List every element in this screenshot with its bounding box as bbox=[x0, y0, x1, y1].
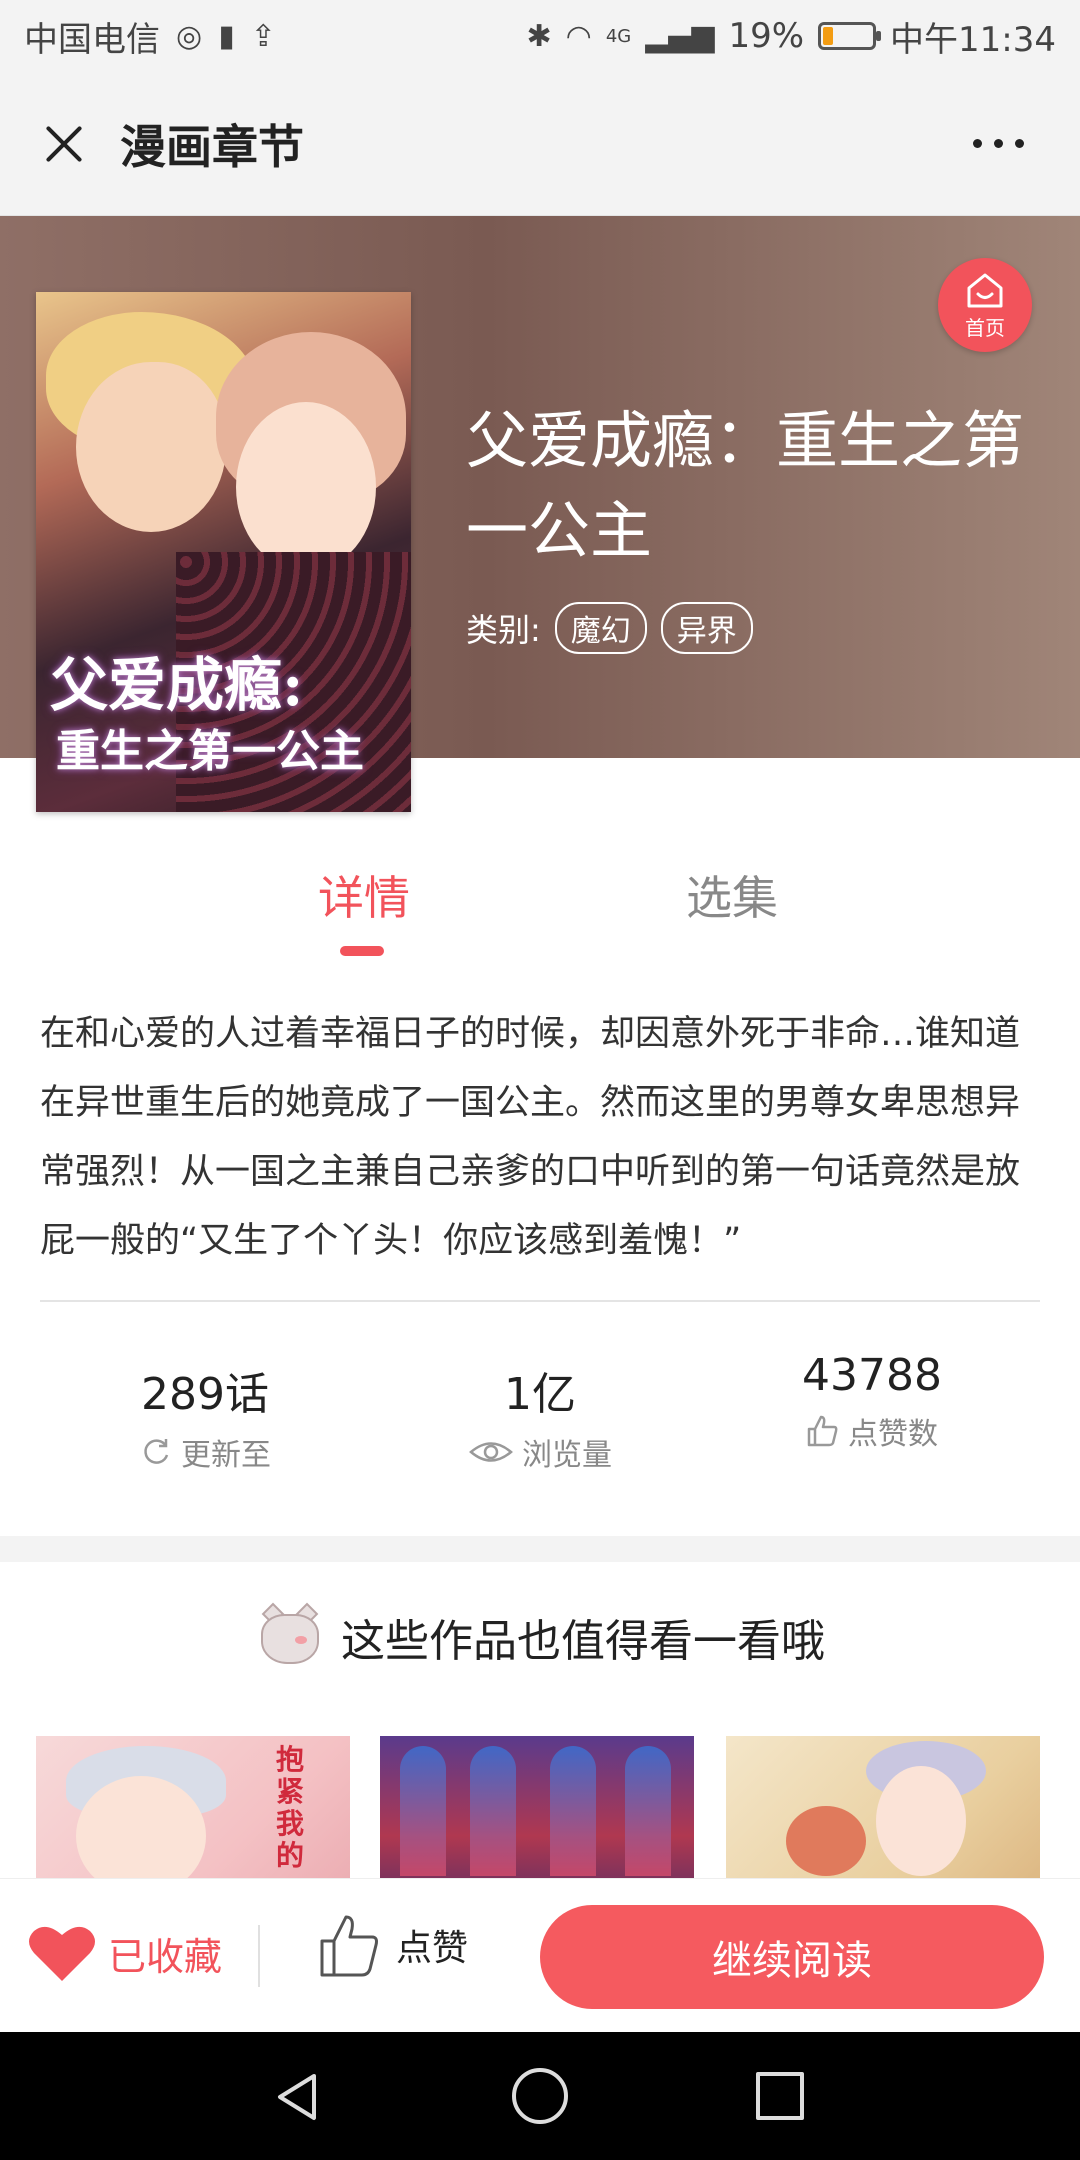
thumbs-up-icon bbox=[807, 1415, 838, 1447]
tab-details[interactable]: 详情 bbox=[318, 862, 410, 928]
back-icon[interactable] bbox=[274, 2072, 324, 2122]
network-type: 4G bbox=[605, 25, 632, 47]
status-bar: 中国电信 ◎ ▮ ⇪ ✱ ◠ 4G ▂▄▆ 19% 中午11:34 bbox=[0, 0, 1080, 72]
eye-icon bbox=[469, 1442, 513, 1462]
bluetooth-icon: ✱ bbox=[526, 18, 552, 54]
battery-icon bbox=[818, 22, 882, 50]
thumbs-up-icon bbox=[320, 1915, 378, 1977]
stat-chapters: 289话 更新至 bbox=[55, 1350, 355, 1474]
home-label: 首页 bbox=[965, 315, 1005, 340]
battery-alert-icon: ▮ bbox=[218, 18, 235, 54]
title-bar: 漫画章节 bbox=[0, 72, 1080, 216]
comic-title: 父爱成瘾：重生之第一公主 bbox=[466, 404, 1025, 567]
tab-episodes[interactable]: 选集 bbox=[686, 862, 778, 928]
recommend-card[interactable] bbox=[726, 1736, 1040, 1878]
stat-likes-label: 点赞数 bbox=[848, 1417, 938, 1452]
recents-icon[interactable] bbox=[756, 2072, 804, 2120]
stat-views-value: 1亿 bbox=[504, 1369, 576, 1420]
stat-views-label: 浏览量 bbox=[522, 1438, 612, 1473]
section-separator bbox=[0, 1536, 1080, 1562]
detail-tabs: 详情 选集 bbox=[0, 842, 1080, 962]
recommend-card[interactable] bbox=[380, 1736, 694, 1878]
signal-icon: ▂▄▆ bbox=[645, 18, 715, 54]
home-button[interactable]: 首页 bbox=[938, 258, 1032, 352]
tab-indicator bbox=[340, 946, 384, 956]
divider bbox=[40, 1300, 1040, 1302]
upload-icon: ⇪ bbox=[250, 18, 276, 54]
recommend-list: 抱紧我的 bbox=[36, 1736, 1044, 1878]
battery-percent: 19% bbox=[728, 16, 805, 56]
like-label: 点赞 bbox=[396, 1928, 469, 1969]
clock: 中午11:34 bbox=[890, 19, 1056, 60]
stat-chapters-value: 289话 bbox=[141, 1369, 269, 1420]
tag-otherworld[interactable]: 异界 bbox=[660, 602, 753, 654]
bottom-action-bar: 已收藏 点赞 继续阅读 bbox=[0, 1878, 1080, 2032]
page-title: 漫画章节 bbox=[120, 119, 304, 174]
recommend-card-cover-text: 抱紧我的 bbox=[276, 1743, 305, 1872]
stat-likes-value: 43788 bbox=[802, 1350, 942, 1401]
divider bbox=[258, 1925, 260, 1987]
cover-title-line1: 父爱成瘾: bbox=[50, 651, 304, 719]
carrier-name: 中国电信 bbox=[24, 19, 160, 60]
continue-reading-button[interactable]: 继续阅读 bbox=[540, 1905, 1044, 2009]
refresh-icon bbox=[144, 1439, 169, 1464]
cat-mascot-icon bbox=[255, 1602, 325, 1670]
comic-stats: 289话 更新至 1亿 浏览量 43788 点赞数 bbox=[0, 1350, 1080, 1480]
home-nav-icon[interactable] bbox=[512, 2068, 568, 2124]
favorite-button[interactable]: 已收藏 bbox=[26, 1921, 222, 1985]
cover-title-line2: 重生之第一公主 bbox=[56, 725, 364, 777]
comic-description: 在和心爱的人过着幸福日子的时候，却因意外死于非命…谁知道在异世重生后的她竟成了一… bbox=[40, 1014, 1021, 1261]
more-options-icon[interactable] bbox=[973, 139, 1024, 148]
recommend-heading: 这些作品也值得看一看哦 bbox=[0, 1602, 1080, 1670]
comic-category: 类别: 魔幻 异界 bbox=[466, 602, 753, 654]
recommend-heading-text: 这些作品也值得看一看哦 bbox=[341, 1616, 825, 1667]
comic-cover-image: 父爱成瘾: 重生之第一公主 bbox=[36, 292, 411, 812]
favorite-label: 已收藏 bbox=[108, 1934, 223, 1979]
system-nav-bar bbox=[0, 2032, 1080, 2160]
home-icon bbox=[967, 273, 1003, 307]
close-icon[interactable] bbox=[36, 116, 92, 172]
stat-views: 1亿 浏览量 bbox=[390, 1350, 690, 1474]
tag-fantasy[interactable]: 魔幻 bbox=[554, 602, 647, 654]
stat-chapters-label: 更新至 bbox=[181, 1438, 271, 1473]
category-label: 类别: bbox=[466, 611, 541, 649]
like-button[interactable]: 点赞 bbox=[316, 1911, 468, 1979]
weibo-icon: ◎ bbox=[176, 18, 203, 54]
recommend-card[interactable]: 抱紧我的 bbox=[36, 1736, 350, 1878]
stat-likes: 43788 点赞数 bbox=[722, 1350, 1022, 1453]
heart-icon bbox=[29, 1926, 95, 1981]
wifi-icon: ◠ bbox=[565, 18, 592, 54]
